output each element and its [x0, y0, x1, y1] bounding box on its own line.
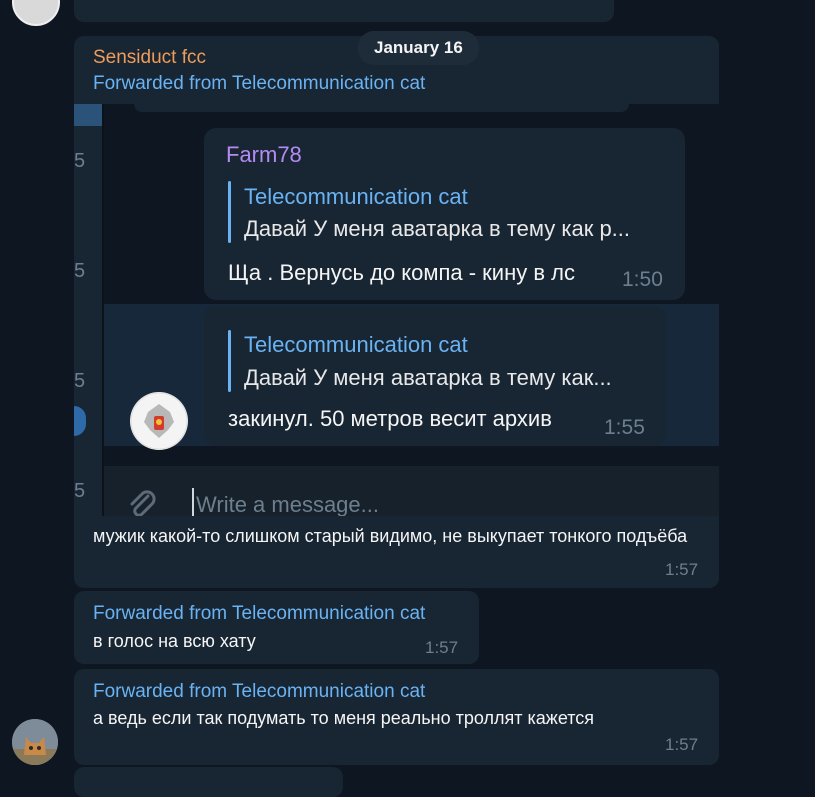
previous-message-bubble: [74, 0, 614, 22]
date-separator[interactable]: January 16: [358, 31, 479, 65]
screenshot-message-text: закинул. 50 метров весит архив: [228, 406, 552, 431]
next-message-bubble: [74, 767, 343, 797]
screenshot-emblem-avatar: [130, 392, 188, 450]
screenshot-side-number: 5: [74, 370, 86, 392]
composer-placeholder: Write a message...: [196, 492, 379, 516]
screenshot-message-time: 1:50: [622, 268, 663, 291]
reply-quote-name: Telecommunication cat: [244, 184, 468, 209]
screenshot-sender-name: Farm78: [226, 142, 302, 167]
message-time: 1:57: [425, 638, 459, 657]
previous-sender-avatar[interactable]: [12, 0, 60, 26]
reply-quote-text: Давай У меня аватарка в тему как...: [244, 365, 612, 390]
message-text: а ведь если так подумать то меня реально…: [93, 708, 595, 728]
attach-clip-icon: [124, 486, 160, 516]
sender-avatar-cat[interactable]: [12, 719, 58, 765]
embedded-screenshot[interactable]: 5 5 5 5 Farm78 Telecommunication cat Дав…: [74, 104, 719, 516]
forwarded-from-link[interactable]: Forwarded from Telecommunication cat: [93, 73, 425, 95]
screenshot-partial-bubble: [134, 104, 629, 112]
composer-caret: [192, 488, 194, 516]
screenshot-side-number: 5: [74, 260, 86, 282]
message-sender-name[interactable]: Sensiduct fcc: [93, 47, 206, 69]
forwarded-from-link[interactable]: Forwarded from Telecommunication cat: [93, 603, 425, 625]
forwarded-from-link[interactable]: Forwarded from Telecommunication cat: [93, 681, 425, 703]
message-time: 1:57: [665, 735, 699, 754]
screenshot-message-text: Ща . Вернусь до компа - кину в лс: [228, 260, 575, 285]
reply-quote-text: Давай У меня аватарка в тему как р...: [244, 216, 631, 241]
screenshot-message-time: 1:55: [604, 416, 645, 439]
screenshot-side-number: 5: [74, 150, 86, 172]
message-text: мужик какой-то слишком старый видимо, не…: [93, 526, 688, 546]
screenshot-side-number: 5: [74, 480, 86, 502]
reply-quote-bar: [228, 181, 231, 243]
screenshot-sidebar-selected: [74, 104, 104, 126]
message-text: в голос на всю хату: [93, 631, 256, 651]
reply-quote-name: Telecommunication cat: [244, 332, 468, 357]
reply-quote-bar: [228, 330, 231, 392]
message-time: 1:57: [665, 560, 699, 579]
